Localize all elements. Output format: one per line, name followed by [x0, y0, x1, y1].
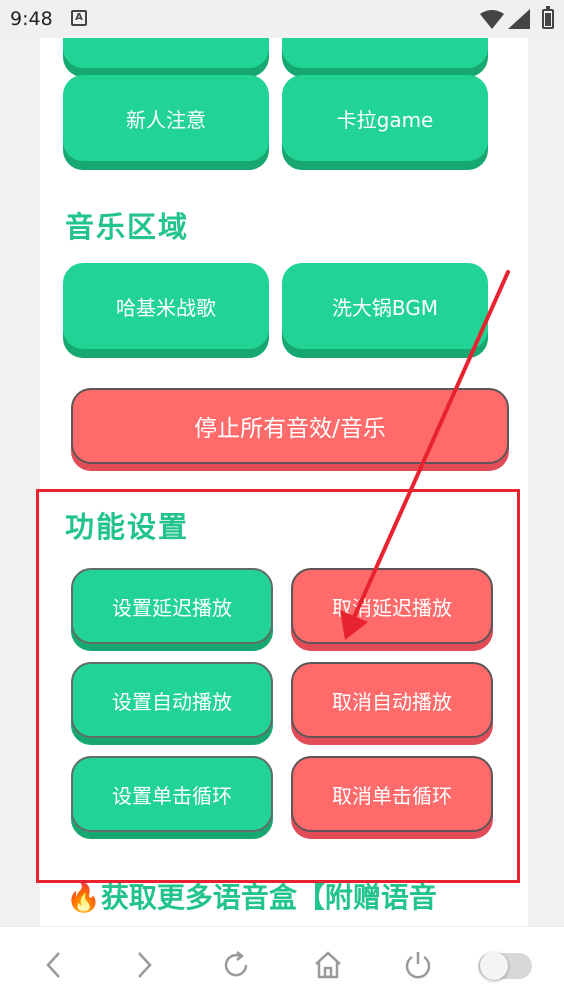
page-margin-left [0, 38, 40, 926]
browser-page: 9:48 A 新人注意 卡拉game 音乐区域 哈基米战歌 洗大锅BGM 停止所… [0, 0, 564, 1004]
signal-icon [508, 9, 530, 29]
page-margin-right [528, 38, 564, 926]
wash-pot-bgm-label: 洗大锅BGM [331, 295, 439, 320]
newbie-notice-button[interactable]: 新人注意 [63, 75, 269, 161]
home-icon [315, 951, 341, 979]
karagame-button[interactable]: 卡拉game [282, 75, 488, 161]
hachimi-song-button[interactable]: 哈基米战歌 [63, 263, 269, 349]
newbie-notice-label: 新人注意 [126, 107, 206, 132]
music-section-title: 音乐区域 [65, 210, 190, 244]
wifi-icon [480, 10, 504, 29]
grid-button-top-right[interactable] [282, 38, 488, 68]
fire-icon: 🔥 [66, 881, 101, 914]
power-button[interactable] [398, 945, 438, 985]
status-time: 9:48 [10, 8, 53, 30]
battery-icon [542, 6, 554, 29]
home-button[interactable] [308, 945, 348, 985]
bottom-navigation-bar [0, 926, 564, 1004]
forward-button[interactable] [124, 945, 164, 985]
refresh-icon [224, 951, 248, 977]
notification-icon: A [71, 10, 87, 26]
annotation-highlight-box [36, 489, 520, 883]
back-icon [46, 952, 60, 978]
back-button[interactable] [34, 945, 74, 985]
stop-all-sounds-button[interactable]: 停止所有音效/音乐 [71, 388, 509, 464]
refresh-button[interactable] [216, 945, 256, 985]
toggle-knob [480, 952, 508, 980]
grid-button-top-left[interactable] [63, 38, 269, 68]
hachimi-song-label: 哈基米战歌 [116, 295, 216, 320]
status-bar: 9:48 A [0, 0, 564, 38]
toggle-switch[interactable] [478, 952, 532, 980]
wash-pot-bgm-button[interactable]: 洗大锅BGM [282, 263, 488, 349]
promo-text: 获取更多语音盒【附赠语音 [100, 881, 437, 914]
stop-all-sounds-label: 停止所有音效/音乐 [194, 416, 386, 442]
power-icon [405, 952, 431, 979]
forward-icon [138, 952, 152, 978]
karagame-label: 卡拉game [336, 107, 434, 132]
